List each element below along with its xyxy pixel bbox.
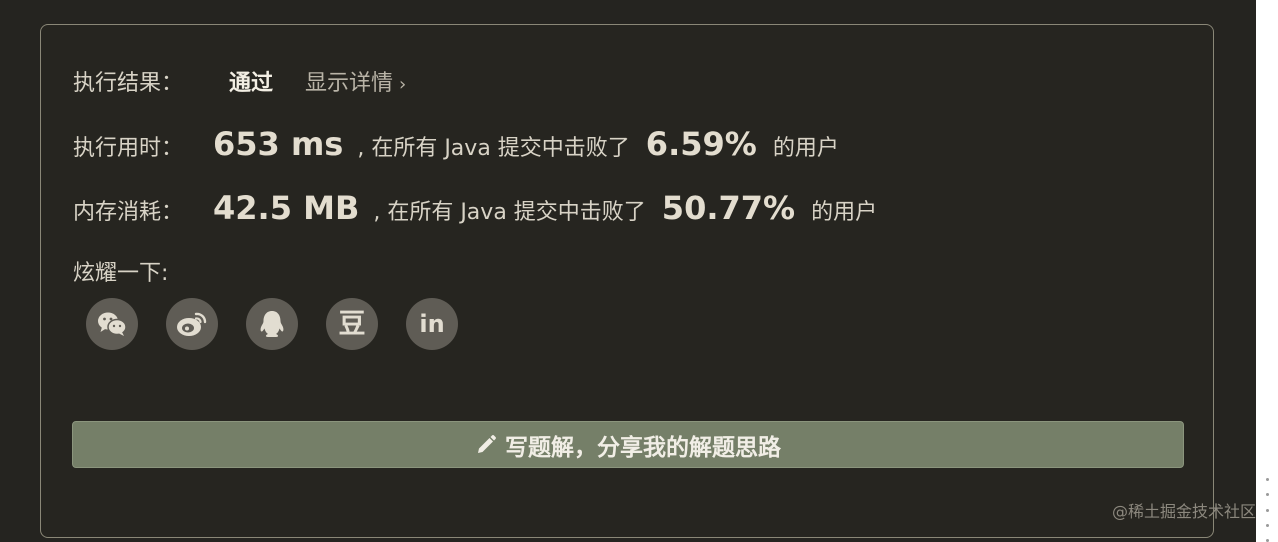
show-details-link[interactable]: 显示详情 › — [305, 65, 406, 97]
weibo-icon — [177, 312, 207, 336]
linkedin-icon: in — [419, 310, 445, 338]
watermark-text: @稀土掘金技术社区 — [1111, 502, 1256, 521]
wechat-icon — [98, 312, 127, 336]
memory-tail-text: 的用户 — [811, 200, 878, 225]
share-qq-button[interactable] — [246, 298, 298, 350]
share-douban-button[interactable]: 豆 — [326, 298, 378, 350]
show-details-label: 显示详情 — [305, 71, 394, 96]
share-label-row: 炫耀一下: — [73, 255, 168, 287]
write-solution-label: 写题解，分享我的解题思路 — [505, 434, 781, 461]
runtime-comparison-text: , 在所有 Java 提交中击败了 — [357, 136, 630, 161]
share-linkedin-button[interactable]: in — [406, 298, 458, 350]
chevron-right-icon: › — [399, 74, 407, 95]
result-label: 执行结果： — [73, 71, 184, 96]
submission-result-card: 执行结果： 通过 显示详情 › 执行用时： 653 ms , 在所有 Java 提… — [40, 24, 1214, 538]
runtime-value: 653 ms — [213, 125, 344, 163]
runtime-percent: 6.59% — [645, 125, 757, 163]
scrollbar-handle[interactable] — [1266, 478, 1270, 542]
share-buttons: 豆 in — [86, 298, 458, 350]
douban-icon: 豆 — [338, 308, 366, 340]
memory-percent: 50.77% — [661, 189, 796, 227]
memory-label: 内存消耗： — [73, 200, 184, 225]
runtime-tail-text: 的用户 — [772, 136, 839, 161]
memory-value: 42.5 MB — [213, 189, 360, 227]
share-label: 炫耀一下: — [73, 261, 169, 286]
result-row: 执行结果： 通过 显示详情 › — [73, 65, 406, 97]
memory-row: 内存消耗： 42.5 MB , 在所有 Java 提交中击败了 50.77% 的… — [73, 189, 877, 227]
share-wechat-button[interactable] — [86, 298, 138, 350]
qq-icon — [260, 311, 284, 337]
memory-comparison-text: , 在所有 Java 提交中击败了 — [373, 200, 646, 225]
right-edge-strip — [1256, 0, 1278, 542]
write-solution-button[interactable]: 写题解，分享我的解题思路 — [72, 421, 1184, 468]
result-status: 通过 — [229, 71, 274, 96]
runtime-row: 执行用时： 653 ms , 在所有 Java 提交中击败了 6.59% 的用户 — [73, 125, 839, 163]
share-weibo-button[interactable] — [166, 298, 218, 350]
runtime-label: 执行用时： — [73, 136, 184, 161]
pencil-icon — [478, 434, 496, 453]
